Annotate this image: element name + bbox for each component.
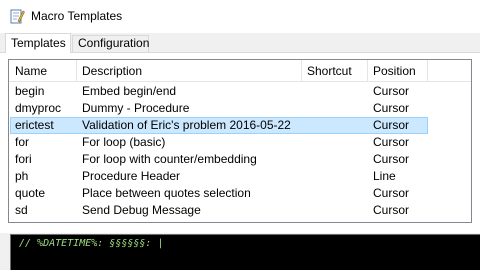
cell-name: quote xyxy=(15,186,46,200)
cell-position: Cursor xyxy=(373,84,410,98)
tab-templates[interactable]: Templates xyxy=(5,33,71,53)
cell-position: Cursor xyxy=(373,118,410,132)
template-code-editor[interactable]: // %DATETIME%: §§§§§§: | xyxy=(10,234,480,270)
table-row[interactable]: begin Embed begin/end Cursor xyxy=(10,83,428,100)
templates-list[interactable]: Name Description Shortcut Position begin… xyxy=(8,59,472,223)
cell-description: Embed begin/end xyxy=(82,84,177,98)
cell-shortcut xyxy=(302,134,307,151)
notepad-pencil-icon xyxy=(10,9,25,24)
cell-shortcut xyxy=(302,168,307,185)
cell-shortcut xyxy=(302,100,307,117)
tab-configuration[interactable]: Configuration xyxy=(72,35,149,52)
table-row[interactable]: for For loop (basic) Cursor xyxy=(10,134,428,151)
cell-name: ph xyxy=(15,169,29,183)
cell-shortcut xyxy=(302,117,307,134)
cell-position: Cursor xyxy=(373,203,410,217)
cell-description: For loop (basic) xyxy=(82,135,166,149)
column-header-name[interactable]: Name xyxy=(9,60,76,82)
cell-name: fori xyxy=(15,152,32,166)
title-bar: Macro Templates xyxy=(0,0,480,33)
cell-shortcut xyxy=(302,151,307,168)
cell-position: Cursor xyxy=(373,135,410,149)
cell-description: Place between quotes selection xyxy=(82,186,251,200)
cell-description: Validation of Eric's problem 2016-05-22 xyxy=(82,118,291,132)
column-header-shortcut[interactable]: Shortcut xyxy=(301,60,367,82)
column-divider[interactable] xyxy=(427,60,428,82)
cell-description: Send Debug Message xyxy=(82,203,201,217)
cell-name: erictest xyxy=(15,118,54,132)
cell-description: Procedure Header xyxy=(82,169,181,183)
cell-description: For loop with counter/embedding xyxy=(82,152,257,166)
cell-name: sd xyxy=(15,203,28,217)
cell-name: for xyxy=(15,135,30,149)
table-row[interactable]: dmyproc Dummy - Procedure Cursor xyxy=(10,100,428,117)
cell-shortcut xyxy=(302,83,307,100)
table-row[interactable]: fori For loop with counter/embedding Cur… xyxy=(10,151,428,168)
cell-shortcut xyxy=(302,202,307,219)
table-row[interactable]: sd Send Debug Message Cursor xyxy=(10,202,428,219)
cell-position: Cursor xyxy=(373,152,410,166)
cell-description: Dummy - Procedure xyxy=(82,101,190,115)
cell-name: dmyproc xyxy=(15,101,62,115)
table-row[interactable]: ph Procedure Header Line xyxy=(10,168,428,185)
window-title: Macro Templates xyxy=(31,9,123,23)
cell-position: Cursor xyxy=(373,101,410,115)
column-header-description[interactable]: Description xyxy=(76,60,301,82)
cell-shortcut xyxy=(302,185,307,202)
column-header-position[interactable]: Position xyxy=(367,60,427,82)
cell-name: begin xyxy=(15,84,45,98)
table-row[interactable]: quote Place between quotes selection Cur… xyxy=(10,185,428,202)
cell-position: Line xyxy=(373,169,396,183)
cell-position: Cursor xyxy=(373,186,410,200)
table-row-selected[interactable]: erictest Validation of Eric's problem 20… xyxy=(10,117,428,134)
list-header: Name Description Shortcut Position xyxy=(9,60,471,82)
template-code-text: // %DATETIME%: §§§§§§: | xyxy=(19,238,164,249)
